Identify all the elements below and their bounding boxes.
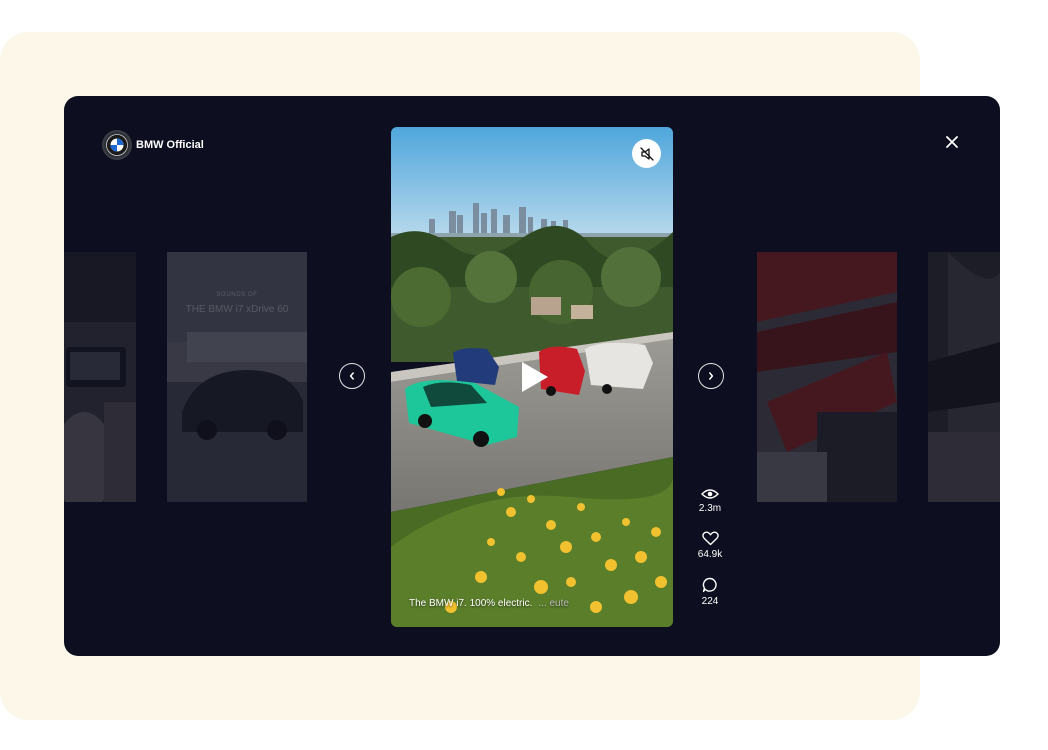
- muted-speaker-icon: [639, 146, 654, 161]
- side-video-left[interactable]: SOUNDS OF THE BMW i7 xDrive 60: [167, 252, 307, 502]
- likes-count: 64.9k: [697, 549, 723, 560]
- video-stats: 2.3m 64.9k 224: [690, 488, 730, 624]
- comment-icon[interactable]: [702, 577, 718, 593]
- comments-count: 224: [701, 596, 719, 607]
- close-icon: [946, 136, 958, 148]
- caption-text: The BMW i7. 100% electric.: [409, 598, 533, 609]
- close-button[interactable]: [944, 134, 960, 150]
- play-button[interactable]: [517, 359, 553, 395]
- eye-icon: [701, 489, 719, 499]
- views-count: 2.3m: [698, 503, 722, 514]
- chevron-right-icon: [709, 372, 714, 380]
- side-caption-small: SOUNDS OF: [216, 292, 258, 298]
- likes-stat[interactable]: 64.9k: [690, 531, 730, 560]
- caption-more-link[interactable]: ... eute: [538, 598, 569, 609]
- video-viewer-modal: BMW Official SOUNDS OF THE BMW i7 xDrive…: [64, 96, 1000, 656]
- side-video-far-left[interactable]: [64, 252, 136, 502]
- mute-button[interactable]: [632, 139, 661, 168]
- profile-header[interactable]: BMW Official: [104, 132, 204, 158]
- comments-stat[interactable]: 224: [690, 577, 730, 607]
- profile-name: BMW Official: [136, 139, 204, 151]
- bmw-logo-icon: [104, 132, 130, 158]
- video-caption: The BMW i7. 100% electric. ... eute: [409, 598, 569, 609]
- main-video[interactable]: The BMW i7. 100% electric. ... eute: [391, 127, 673, 627]
- side-video-right[interactable]: [757, 252, 897, 502]
- previous-video-button[interactable]: [339, 363, 365, 389]
- side-video-far-right[interactable]: [928, 252, 1000, 502]
- play-icon: [522, 362, 548, 392]
- next-video-button[interactable]: [698, 363, 724, 389]
- heart-icon[interactable]: [701, 531, 719, 546]
- side-caption-large: THE BMW i7 xDrive 60: [185, 304, 289, 315]
- views-stat: 2.3m: [690, 488, 730, 514]
- chevron-left-icon: [349, 372, 354, 380]
